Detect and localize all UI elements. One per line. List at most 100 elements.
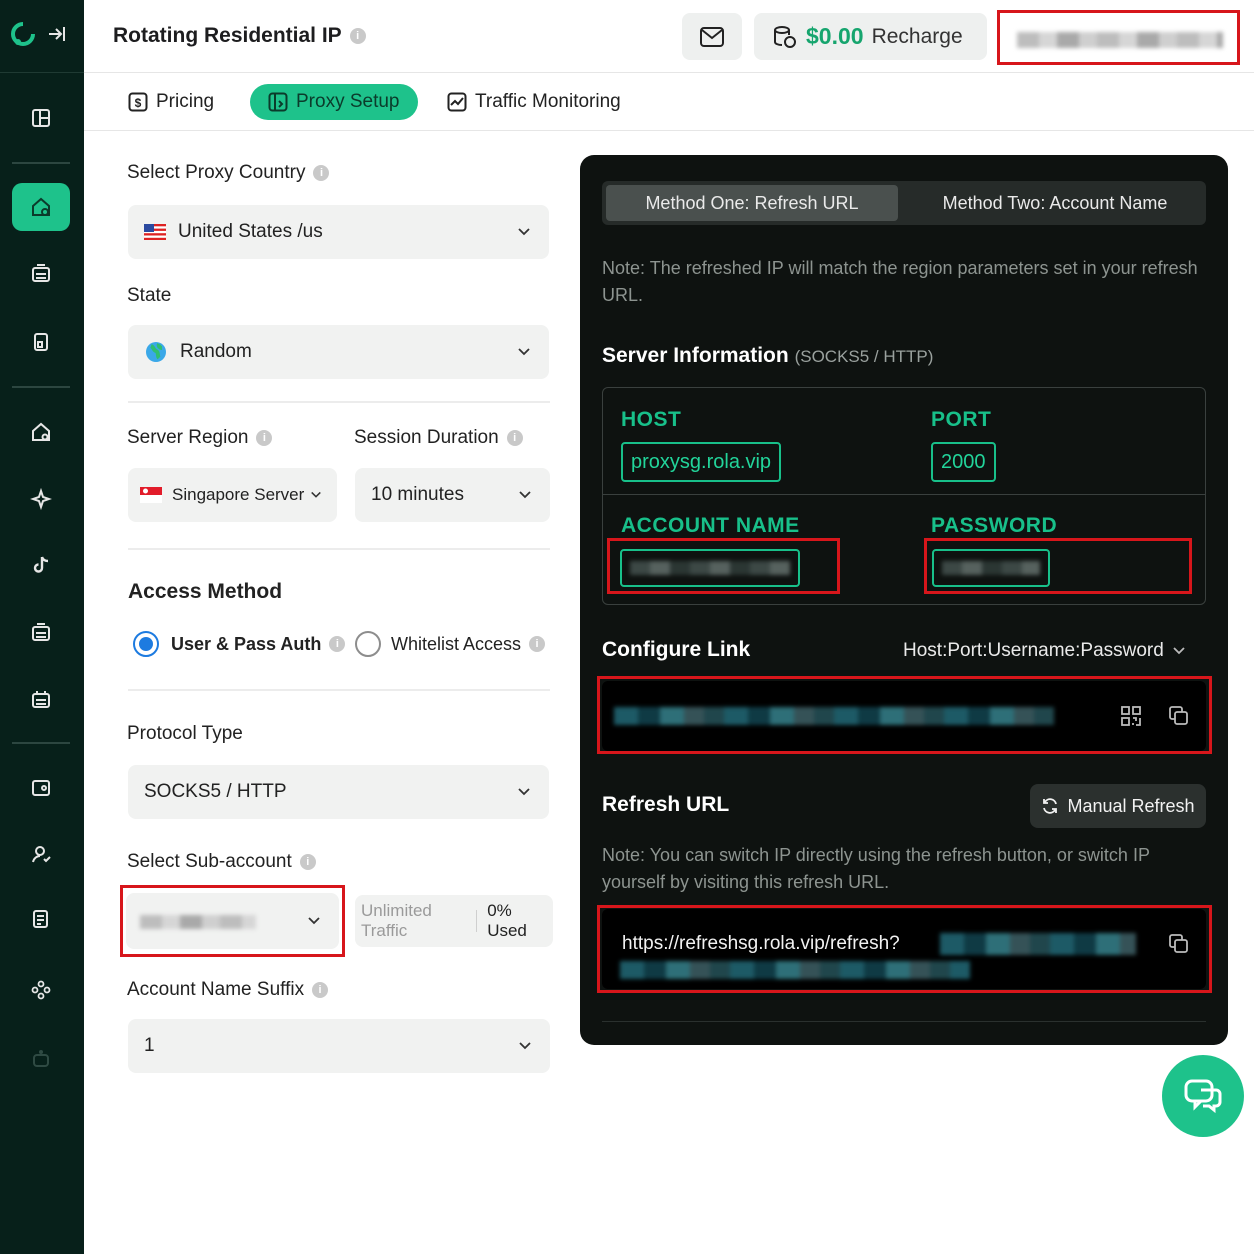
robot-icon — [33, 1050, 49, 1067]
server-stack-icon — [32, 691, 50, 708]
password-label: PASSWORD — [931, 514, 1058, 537]
home-icon — [32, 422, 50, 441]
setup-icon — [268, 92, 288, 112]
access-option-whitelist[interactable]: Whitelist Access i — [355, 631, 546, 657]
chevron-down-icon — [308, 917, 320, 925]
refresh-note: Note: You can switch IP directly using t… — [602, 845, 1150, 892]
info-icon[interactable]: i — [529, 636, 546, 652]
country-select[interactable]: United States /us — [128, 205, 549, 259]
region-note: Note: The refreshed IP will match the re… — [602, 258, 1198, 305]
server-box-divider — [603, 494, 1205, 495]
info-icon[interactable]: i — [299, 854, 316, 870]
protocol-label: Protocol Type — [127, 723, 243, 744]
form-divider — [128, 548, 550, 550]
sidebar-divider — [12, 742, 70, 744]
panel-bottom-divider — [602, 1021, 1206, 1022]
state-value: Random — [180, 341, 252, 362]
sidebar-item-extra[interactable] — [12, 1035, 70, 1083]
info-icon[interactable]: i — [313, 165, 330, 181]
sidebar-item-tiktok[interactable] — [12, 541, 70, 589]
chevron-down-icon — [518, 348, 530, 356]
access-method-title: Access Method — [128, 580, 283, 603]
chevron-down-icon — [518, 228, 530, 236]
chevron-down-icon — [1173, 647, 1185, 655]
support-chat-button[interactable] — [1162, 1055, 1244, 1137]
sidebar-item-wallet[interactable] — [12, 764, 70, 812]
sidebar-item-integrations[interactable] — [12, 966, 70, 1014]
method-one-button[interactable]: Method One: Refresh URL — [606, 185, 898, 221]
sidebar-item-users[interactable] — [12, 830, 70, 878]
suffix-select[interactable]: 1 — [128, 1019, 550, 1073]
info-icon[interactable]: i — [349, 28, 366, 44]
sidebar-item-static[interactable] — [12, 249, 70, 297]
info-icon[interactable]: i — [312, 982, 329, 998]
recharge-button[interactable]: $0.00 Recharge — [754, 13, 987, 60]
suffix-value: 1 — [144, 1035, 155, 1056]
collapse-sidebar-icon[interactable] — [46, 23, 68, 50]
server-box-icon — [32, 264, 50, 282]
subaccount-label: Select Sub-account i — [127, 851, 316, 873]
radio-userpass[interactable] — [133, 631, 159, 657]
mobile-icon — [34, 333, 48, 351]
sidebar-divider — [12, 162, 70, 164]
configure-format-select[interactable]: Host:Port:Username:Password — [903, 640, 1186, 662]
document-icon — [33, 910, 48, 928]
manual-refresh-label: Manual Refresh — [1067, 795, 1195, 816]
access-option-userpass[interactable]: User & Pass Auth i — [133, 631, 346, 657]
globe-icon — [146, 342, 166, 362]
radio-whitelist[interactable] — [355, 631, 381, 657]
refresh-icon — [1043, 798, 1058, 814]
region-value: Singapore Server — [172, 485, 305, 504]
sidebar-item-dashboard[interactable] — [12, 94, 70, 142]
host-label: HOST — [621, 408, 682, 431]
tab-pricing[interactable]: $ Pricing — [128, 84, 214, 120]
tab-proxy-setup-label: Proxy Setup — [296, 91, 400, 112]
sidebar-item-mobile[interactable] — [12, 318, 70, 366]
messages-button[interactable] — [682, 13, 742, 60]
country-value: United States /us — [178, 221, 323, 242]
traffic-usage: Unlimited Traffic 0% Used — [355, 895, 553, 947]
info-icon[interactable]: i — [256, 430, 273, 446]
duration-value: 10 minutes — [371, 484, 464, 505]
sidebar-item-datacenter[interactable] — [12, 608, 70, 656]
sidebar-item-unlimited[interactable] — [12, 675, 70, 723]
sidebar-item-orders[interactable] — [12, 895, 70, 943]
user-icon — [32, 846, 51, 863]
region-select[interactable]: Singapore Server — [128, 468, 337, 522]
sidebar-item-ai[interactable] — [12, 475, 70, 523]
tiktok-icon — [33, 556, 49, 573]
duration-select[interactable]: 10 minutes — [355, 468, 550, 522]
singapore-flag-icon — [140, 487, 162, 503]
host-value[interactable]: proxysg.rola.vip — [621, 442, 782, 482]
sidebar-item-home-ip[interactable] — [12, 408, 70, 456]
sidebar — [0, 0, 84, 1254]
tab-pricing-label: Pricing — [156, 91, 215, 112]
password-redaction — [924, 538, 1192, 594]
dashboard-icon — [32, 109, 50, 127]
password-value[interactable] — [932, 549, 1050, 587]
configure-link-redaction — [597, 676, 1212, 754]
redacted-username — [1017, 32, 1223, 48]
chat-bubble-icon — [1184, 1079, 1222, 1114]
redacted-subaccount — [140, 915, 256, 929]
traffic-label: Unlimited Traffic — [361, 901, 432, 940]
port-value[interactable]: 2000 — [931, 442, 996, 482]
subaccount-select[interactable] — [126, 893, 339, 949]
info-icon[interactable]: i — [329, 636, 346, 652]
manual-refresh-button[interactable]: Manual Refresh — [1030, 784, 1206, 828]
protocol-select[interactable]: SOCKS5 / HTTP — [128, 765, 549, 819]
server-info-subtitle: (SOCKS5 / HTTP) — [794, 347, 934, 366]
wallet-icon — [32, 780, 50, 796]
page-title-text: Rotating Residential IP — [113, 24, 342, 47]
sidebar-item-rotating-residential[interactable] — [12, 183, 70, 231]
tab-traffic-monitoring[interactable]: Traffic Monitoring — [447, 84, 621, 120]
info-icon[interactable]: i — [506, 430, 523, 446]
account-menu[interactable] — [997, 10, 1240, 65]
state-select[interactable]: Random — [128, 325, 549, 379]
account-name-value[interactable] — [620, 549, 800, 587]
method-switcher: Method One: Refresh URL Method Two: Acco… — [602, 181, 1206, 225]
method-two-button[interactable]: Method Two: Account Name — [908, 185, 1202, 221]
account-name-redaction — [607, 538, 840, 594]
region-label: Server Region i — [127, 427, 273, 449]
tab-proxy-setup[interactable]: Proxy Setup — [250, 84, 418, 120]
